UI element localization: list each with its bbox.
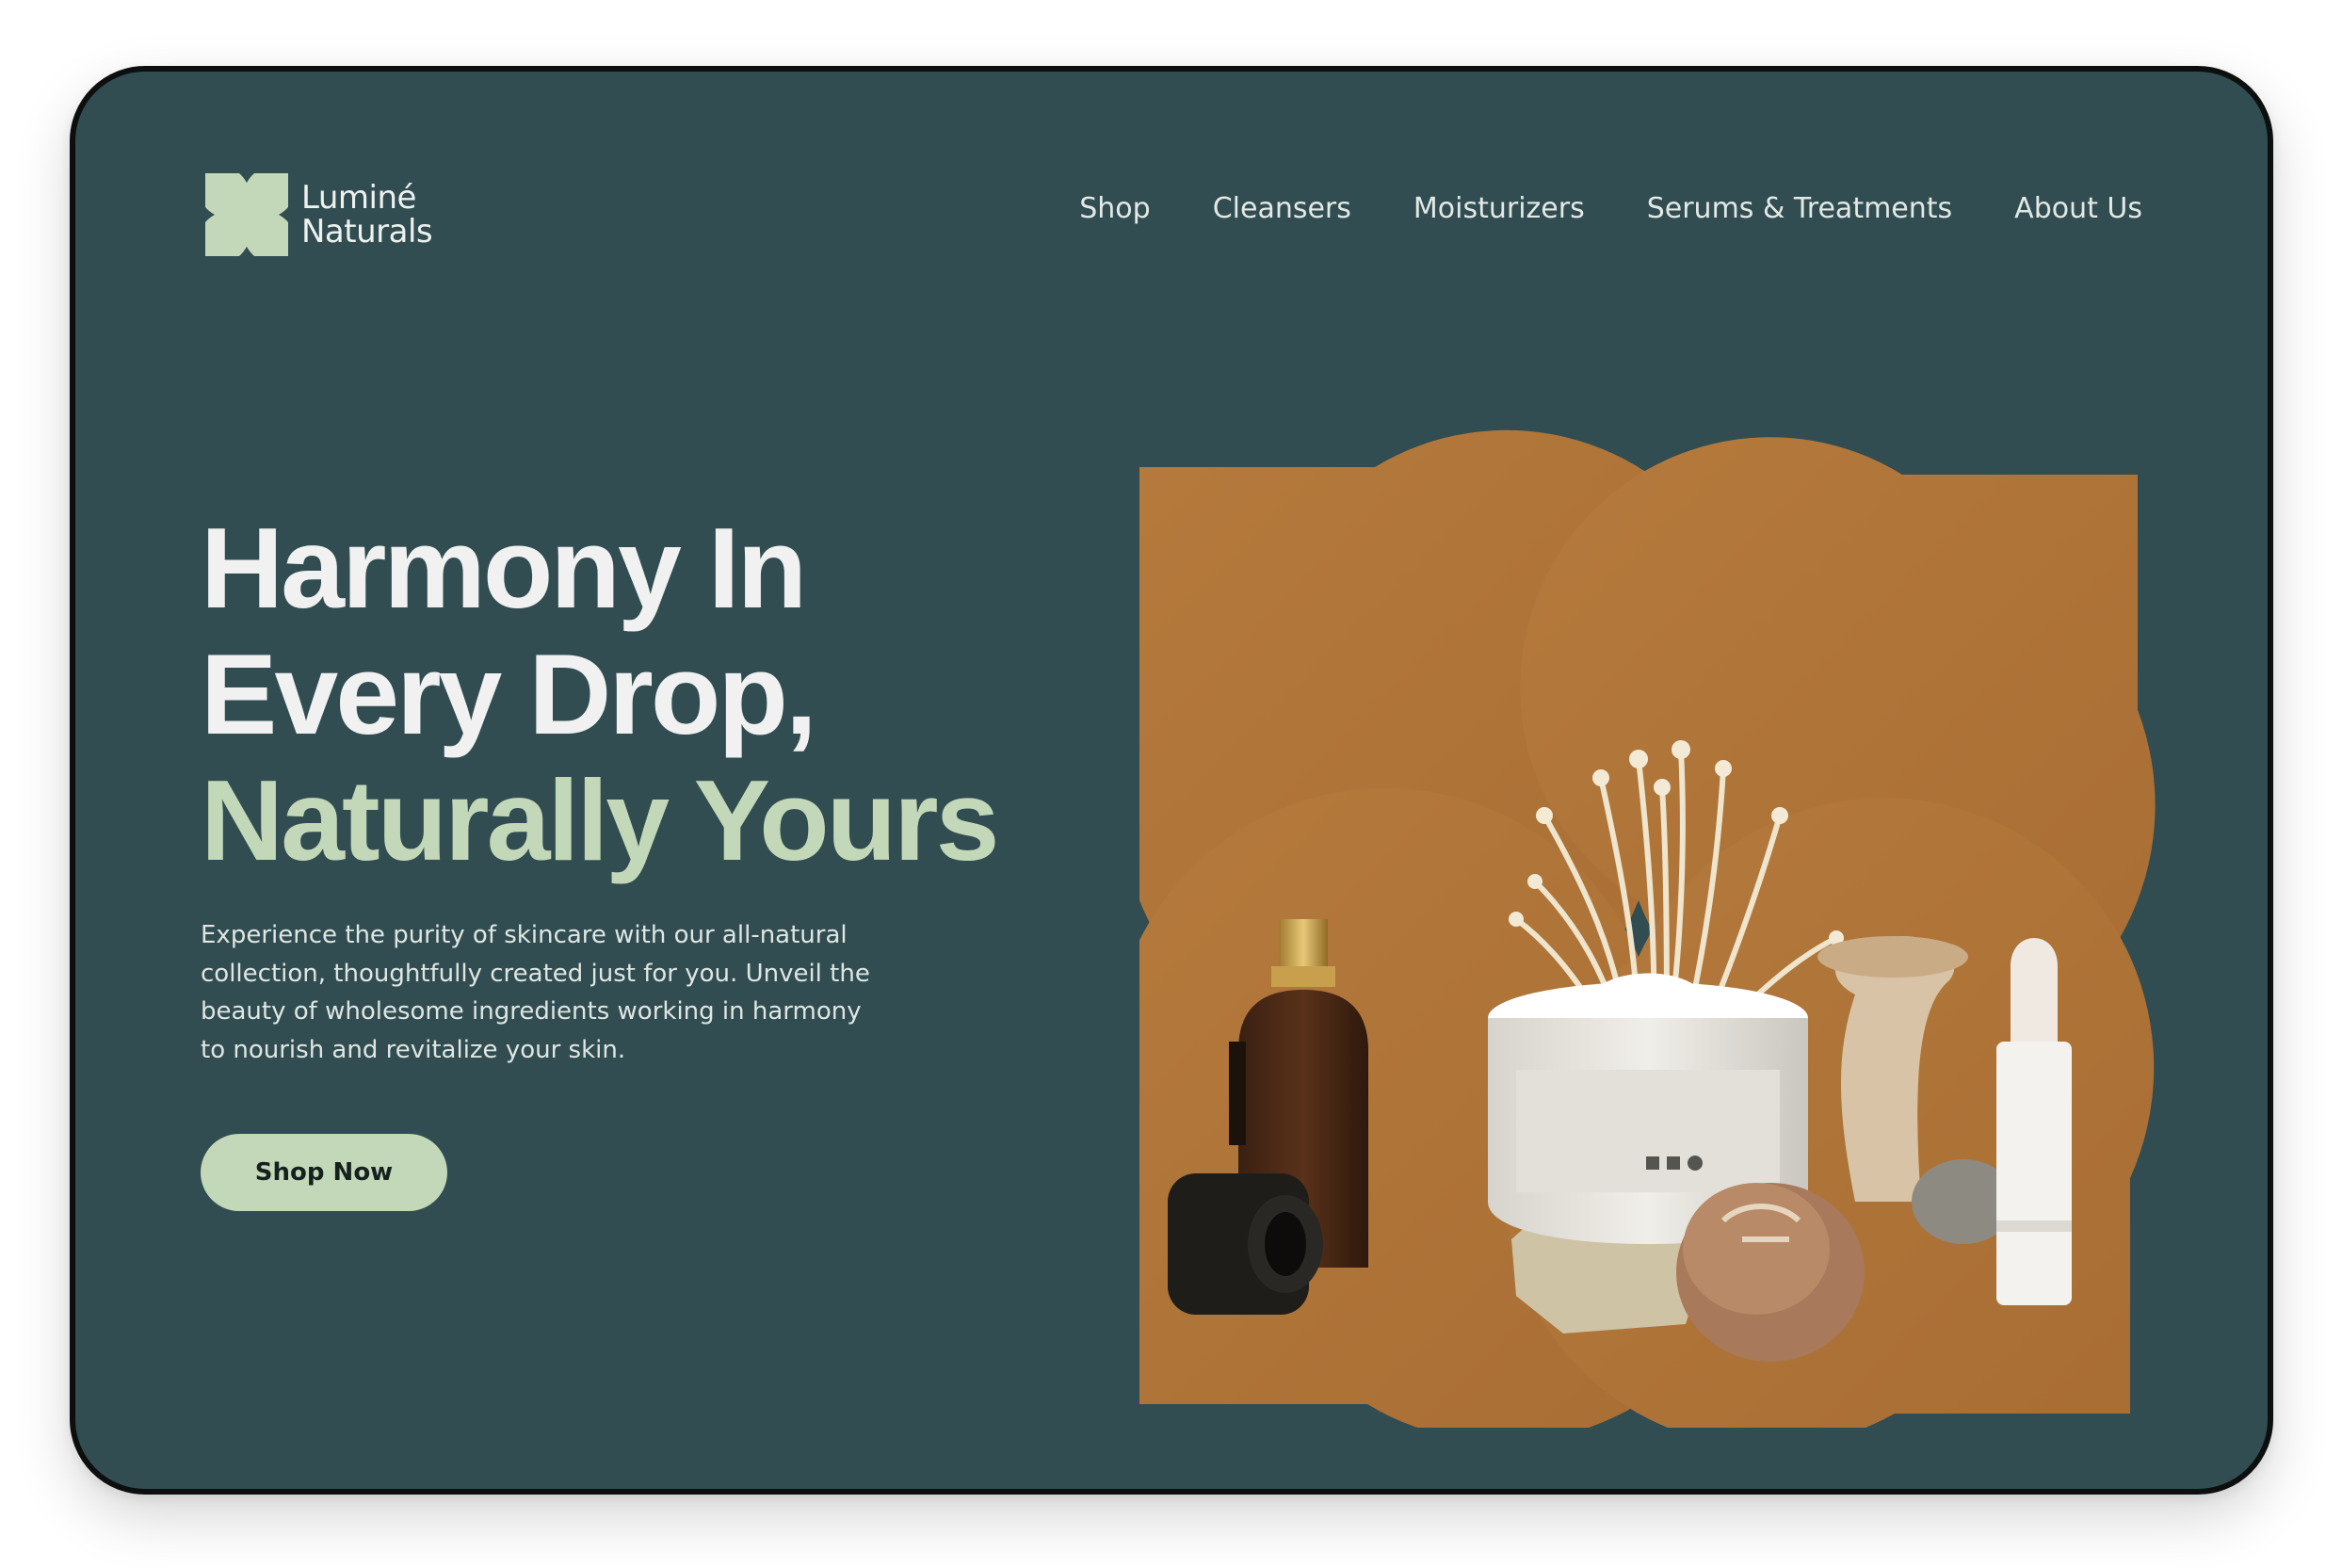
- headline-line-2: Every Drop,: [201, 630, 817, 758]
- brand-name-line1: Luminé: [301, 179, 416, 217]
- nav-moisturizers[interactable]: Moisturizers: [1413, 192, 1585, 225]
- nav-cleansers[interactable]: Cleansers: [1213, 192, 1351, 225]
- headline-line-3: Naturally Yours: [201, 756, 999, 884]
- nav-about-us[interactable]: About Us: [2014, 192, 2142, 225]
- main-nav: Shop Cleansers Moisturizers Serums & Tre…: [1079, 192, 2142, 225]
- four-petal-leaf-icon: [205, 173, 288, 256]
- brand-name-line2: Naturals: [301, 213, 433, 251]
- brand-logo[interactable]: Luminé Naturals: [205, 173, 433, 256]
- app-window: Luminé Naturals Shop Cleansers Moisturiz…: [70, 66, 2273, 1495]
- shop-now-button[interactable]: Shop Now: [201, 1134, 447, 1211]
- hero-description: Experience the purity of skincare with o…: [201, 921, 870, 1064]
- nav-serums-treatments[interactable]: Serums & Treatments: [1647, 192, 1952, 225]
- black-cap: [1168, 1173, 1323, 1315]
- headline-line-1: Harmony In: [201, 504, 807, 632]
- hero-product-image: [1139, 429, 2156, 1428]
- shiitake-mushroom: [1676, 1183, 1865, 1362]
- hero-headline: Harmony In Every Drop, Naturally Yours: [201, 504, 999, 884]
- nav-shop[interactable]: Shop: [1079, 192, 1150, 225]
- brand-name: Luminé Naturals: [301, 179, 433, 251]
